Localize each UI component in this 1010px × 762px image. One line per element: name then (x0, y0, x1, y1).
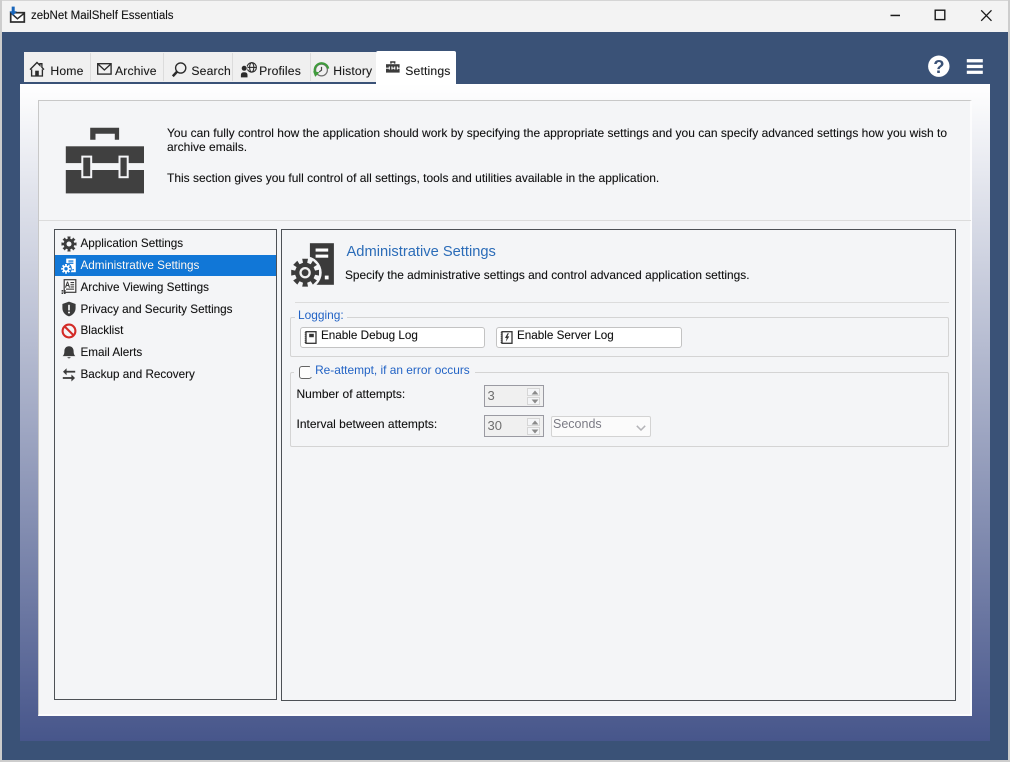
svg-text:?: ? (933, 56, 944, 77)
